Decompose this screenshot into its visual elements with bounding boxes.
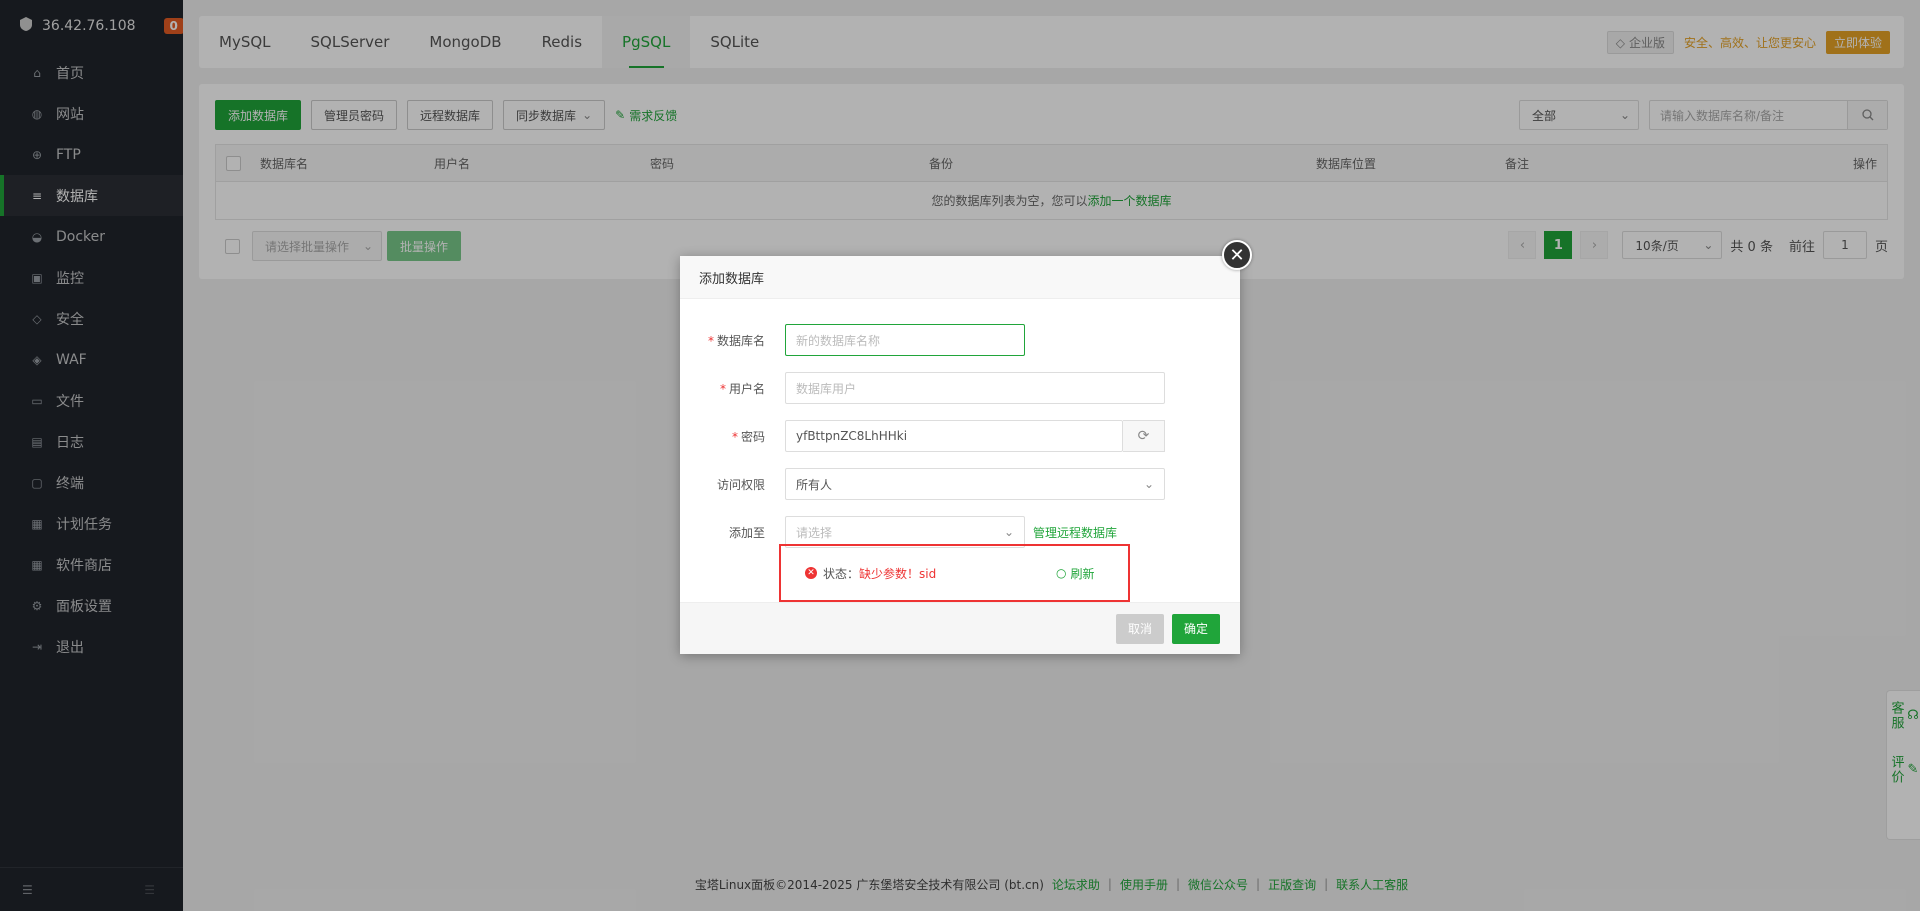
refresh-password-icon[interactable]: ⟳ [1123,420,1165,452]
chevron-down-icon: ⌄ [1143,477,1154,491]
status-refresh-link[interactable]: ○ 刷新 [1056,565,1095,582]
db-name-label: * 数据库名 [707,333,765,348]
add-to-select-value: 请选择 [796,525,833,540]
dialog-title: 添加数据库 [680,256,1240,299]
password-input[interactable]: yfBttpnZC8LhHHki [785,420,1123,452]
status-alert: ✕ 状态： 缺少参数！sid ○ 刷新 [779,544,1130,602]
error-icon: ✕ [805,567,817,579]
db-name-input[interactable]: 新的数据库名称 [785,324,1025,356]
confirm-button[interactable]: 确定 [1171,613,1220,644]
refresh-icon: ○ [1056,566,1067,580]
manage-remote-link[interactable]: 管理远程数据库 [1033,524,1117,541]
chevron-down-icon: ⌄ [1003,525,1014,539]
username-label: * 用户名 [719,381,765,396]
add-to-label: 添加至 [728,525,765,540]
dialog-footer: 取消 确定 [680,602,1240,654]
access-select[interactable]: 所有人 ⌄ [785,468,1165,500]
access-label: 访问权限 [716,477,765,492]
add-database-dialog: 添加数据库 ✕ * 数据库名 新的数据库名称 * 用户名 数据库用户 * 密码 yfB… [680,240,1252,654]
password-row: * 密码 yfBttpnZC8LhHHki ⟳ [680,420,1165,452]
username-row: * 用户名 数据库用户 [680,372,1165,404]
status-label: 状态： [823,566,860,581]
password-label: * 密码 [731,429,765,444]
status-message: 缺少参数！sid [859,566,937,581]
username-input[interactable]: 数据库用户 [785,372,1165,404]
close-icon[interactable]: ✕ [1222,240,1252,270]
status-refresh-label: 刷新 [1070,566,1095,581]
db-name-row: * 数据库名 新的数据库名称 [680,324,1025,356]
cancel-button[interactable]: 取消 [1115,613,1164,644]
access-row: 访问权限 所有人 ⌄ [680,468,1165,500]
access-select-value: 所有人 [796,477,833,492]
